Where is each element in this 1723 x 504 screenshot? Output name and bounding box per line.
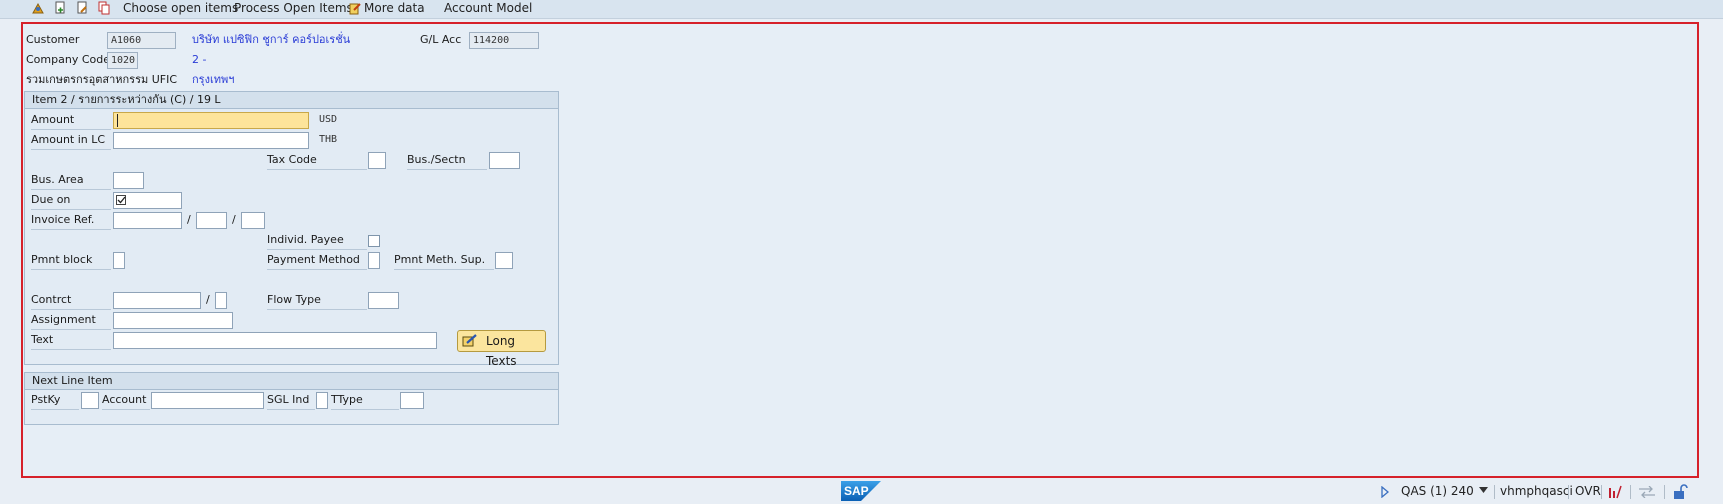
status-separator bbox=[1664, 485, 1665, 499]
contrct-label: Contrct bbox=[31, 291, 111, 310]
pmnt-block-field[interactable] bbox=[113, 252, 125, 269]
due-on-label: Due on bbox=[31, 191, 111, 210]
more-data-button[interactable]: More data bbox=[364, 0, 425, 16]
item-group-title: Item 2 / รายการระหว่างกัน (C) / 19 L bbox=[25, 92, 558, 109]
assignment-field[interactable] bbox=[113, 312, 233, 329]
status-expand-icon[interactable] bbox=[1381, 486, 1389, 498]
account-model-button[interactable]: Account Model bbox=[444, 0, 532, 16]
individ-payee-label: Individ. Payee bbox=[267, 231, 367, 250]
bus-area-label: Bus. Area bbox=[31, 171, 111, 190]
ttype-label: TType bbox=[331, 391, 399, 410]
invoice-ref-year-field[interactable] bbox=[196, 212, 227, 229]
more-data-icon[interactable] bbox=[348, 1, 362, 15]
gl-acc-field[interactable]: 114200 bbox=[469, 32, 539, 49]
amount-lc-currency: THB bbox=[319, 134, 338, 145]
customer-field[interactable]: A1060 bbox=[107, 32, 176, 49]
connection-icon[interactable] bbox=[1638, 486, 1656, 498]
company-code-field[interactable]: 1020 bbox=[107, 52, 138, 69]
contrct-type-field[interactable] bbox=[215, 292, 227, 309]
company-name: รวมเกษตรกรอุตสาหกรรม UFIC bbox=[26, 73, 178, 86]
server-name: vhmphqasci bbox=[1500, 484, 1573, 498]
text-cursor bbox=[117, 114, 118, 127]
tax-code-label: Tax Code bbox=[267, 151, 367, 170]
account-field[interactable] bbox=[151, 392, 264, 409]
ttype-field[interactable] bbox=[400, 392, 424, 409]
flow-type-field[interactable] bbox=[368, 292, 399, 309]
invoice-ref-label: Invoice Ref. bbox=[31, 211, 111, 230]
pstky-field[interactable] bbox=[81, 392, 99, 409]
main-screen-area: Customer A1060 บริษัท แปซิฟิก ชูการ์ คอร… bbox=[21, 22, 1699, 478]
process-open-items-button[interactable]: Process Open Items bbox=[234, 0, 353, 16]
security-lock-icon[interactable] bbox=[1672, 484, 1688, 500]
amount-currency: USD bbox=[319, 114, 338, 125]
next-line-item-title: Next Line Item bbox=[25, 373, 558, 390]
amount-field[interactable] bbox=[113, 112, 309, 129]
amount-lc-label: Amount in LC bbox=[31, 131, 111, 150]
bus-sectn-field[interactable] bbox=[489, 152, 520, 169]
invoice-ref-slash-2: / bbox=[232, 213, 236, 226]
contrct-field[interactable] bbox=[113, 292, 201, 309]
payment-method-label: Payment Method bbox=[267, 251, 367, 270]
personal-settings-icon[interactable] bbox=[31, 1, 45, 15]
application-toolbar: Choose open items Process Open Items Mor… bbox=[0, 0, 1723, 19]
long-texts-label: Long Texts bbox=[486, 334, 517, 368]
company-suffix: 2 - bbox=[192, 53, 207, 66]
pmnt-meth-sup-label: Pmnt Meth. Sup. bbox=[394, 251, 494, 270]
long-texts-button[interactable]: Long Texts bbox=[457, 330, 546, 368]
customer-label: Customer bbox=[26, 33, 80, 46]
document-edit-icon[interactable] bbox=[75, 1, 89, 15]
bus-area-field[interactable] bbox=[113, 172, 144, 189]
sgl-ind-field[interactable] bbox=[316, 392, 328, 409]
account-label: Account bbox=[102, 391, 150, 410]
individ-payee-checkbox[interactable] bbox=[368, 235, 380, 247]
invoice-ref-item-field[interactable] bbox=[241, 212, 265, 229]
pmnt-block-label: Pmnt block bbox=[31, 251, 111, 270]
status-separator bbox=[1601, 485, 1602, 499]
document-add-icon[interactable] bbox=[53, 1, 67, 15]
copy-icon[interactable] bbox=[97, 1, 111, 15]
contrct-slash: / bbox=[206, 293, 210, 306]
insert-mode[interactable]: OVR bbox=[1575, 482, 1601, 500]
system-info: QAS (1) 240 bbox=[1401, 484, 1474, 498]
gl-acc-label: G/L Acc bbox=[420, 33, 462, 46]
amount-lc-field[interactable] bbox=[113, 132, 309, 149]
amount-label: Amount bbox=[31, 111, 111, 130]
status-separator bbox=[1630, 485, 1631, 499]
invoice-ref-field[interactable] bbox=[113, 212, 182, 229]
bus-sectn-label: Bus./Sectn bbox=[407, 151, 487, 170]
tax-code-field[interactable] bbox=[368, 152, 386, 169]
city-text: กรุงเทพฯ bbox=[192, 73, 235, 86]
flow-type-label: Flow Type bbox=[267, 291, 367, 310]
company-code-label: Company Code bbox=[26, 53, 110, 66]
text-field[interactable] bbox=[113, 332, 437, 349]
pmnt-meth-sup-field[interactable] bbox=[495, 252, 513, 269]
sgl-ind-label: SGL Ind bbox=[267, 391, 315, 410]
svg-text:SAP: SAP bbox=[844, 484, 869, 498]
calendar-check-icon[interactable] bbox=[116, 195, 127, 206]
text-label: Text bbox=[31, 331, 111, 350]
system-dropdown-icon[interactable] bbox=[1479, 487, 1488, 493]
status-separator bbox=[1494, 485, 1495, 499]
long-texts-edit-icon bbox=[462, 334, 477, 347]
status-separator bbox=[1568, 485, 1569, 499]
customer-name: บริษัท แปซิฟิก ชูการ์ คอร์ปอเรชั่น bbox=[192, 33, 351, 46]
invoice-ref-slash-1: / bbox=[187, 213, 191, 226]
pstky-label: PstKy bbox=[31, 391, 79, 410]
payment-method-field[interactable] bbox=[368, 252, 380, 269]
sap-logo: SAP bbox=[841, 481, 881, 501]
assignment-label: Assignment bbox=[31, 311, 111, 330]
choose-open-items-button[interactable]: Choose open items bbox=[123, 0, 238, 16]
performance-chart-icon[interactable] bbox=[1607, 485, 1623, 499]
